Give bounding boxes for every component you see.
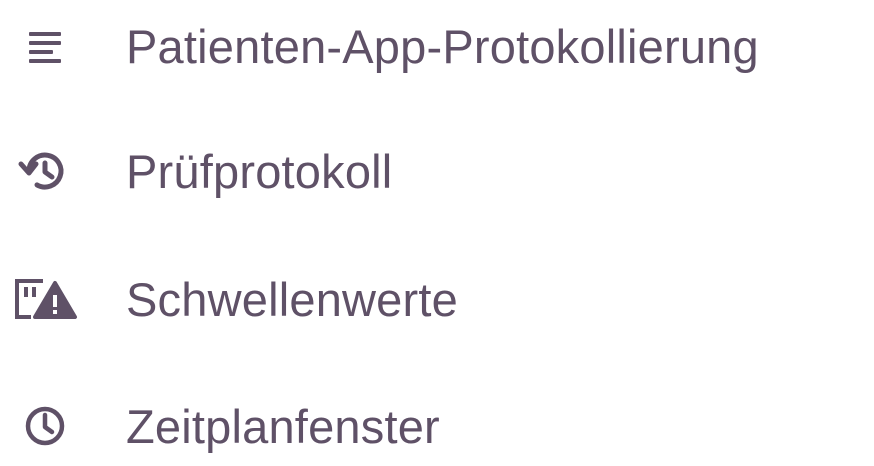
menu-item-label: Zeitplanfenster [126,399,440,453]
sort-lines-icon [8,14,82,78]
menu-item-label: Patienten-App-Protokollierung [126,19,759,73]
settings-menu: Patienten-App-Protokollierung Prüfprotok… [0,0,874,453]
menu-item-patient-app-logging[interactable]: Patienten-App-Protokollierung [0,6,874,86]
menu-item-label: Schwellenwerte [126,272,458,326]
menu-item-schedule-window[interactable]: Zeitplanfenster [0,386,874,466]
menu-item-label: Prüfprotokoll [126,144,393,198]
history-icon [8,139,82,203]
clock-icon [8,394,82,458]
menu-item-audit-log[interactable]: Prüfprotokoll [0,131,874,211]
threshold-warning-icon [8,267,82,331]
menu-item-thresholds[interactable]: Schwellenwerte [0,259,874,339]
